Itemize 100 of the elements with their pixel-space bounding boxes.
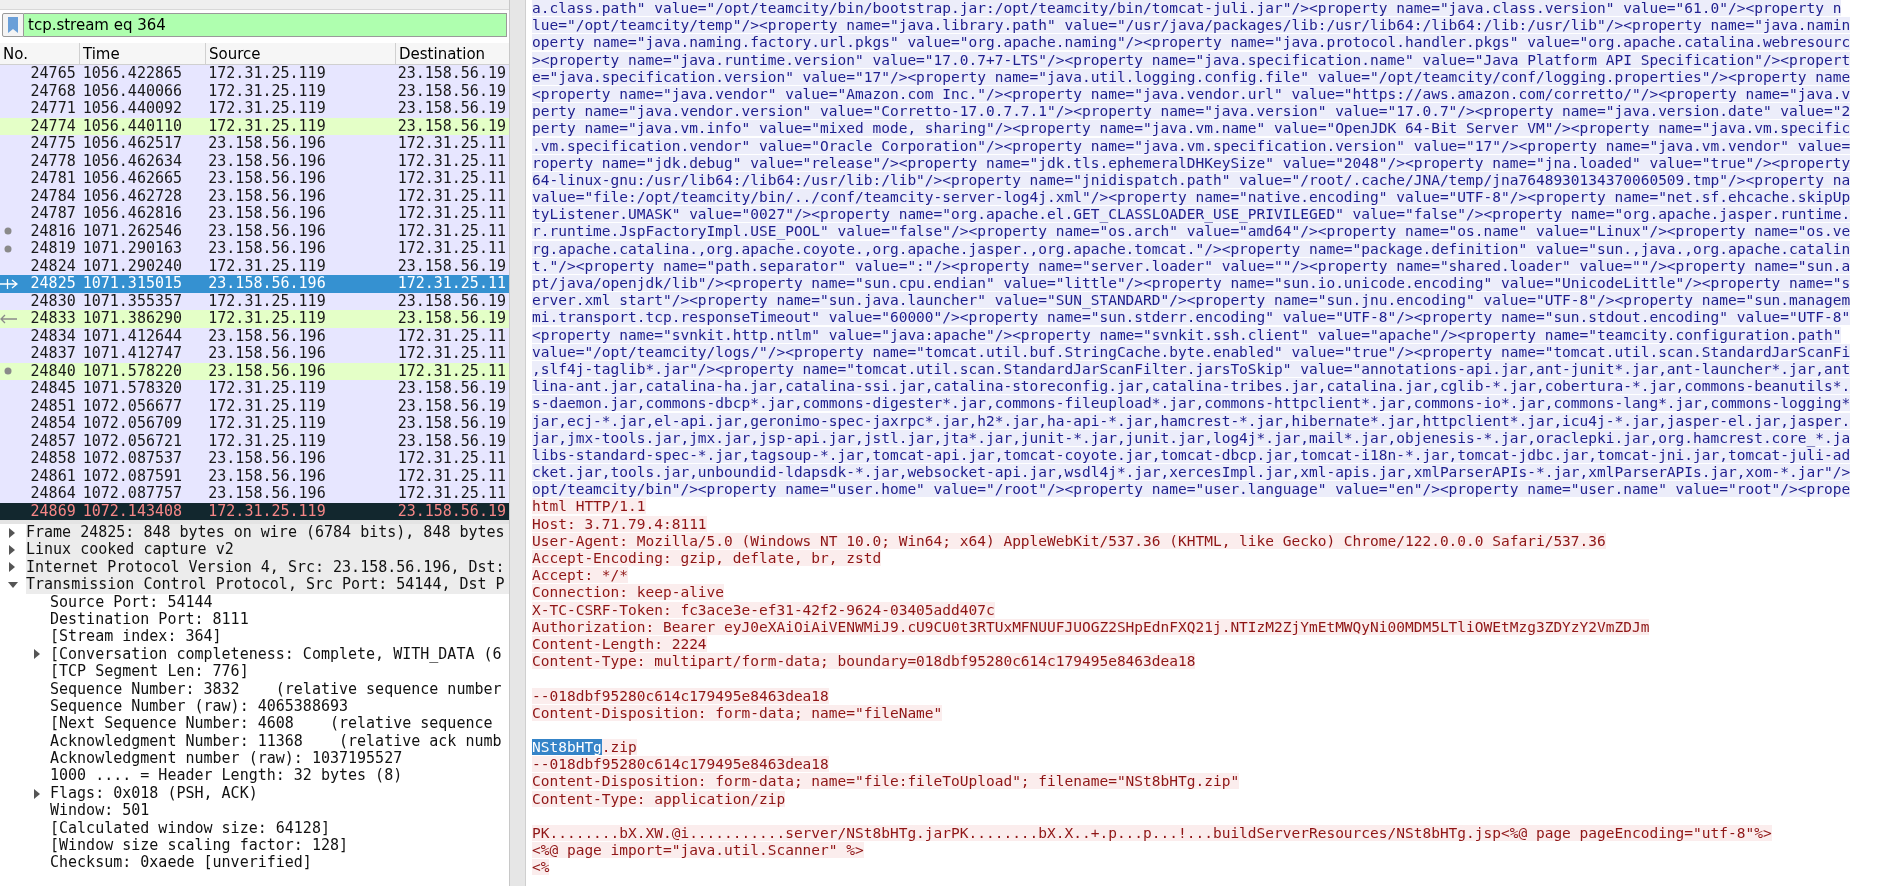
packet-time: 1072.087757 xyxy=(82,484,183,502)
destination-address: 172.31.25.11 xyxy=(397,239,506,257)
packet-time: 1056.440066 xyxy=(82,81,183,100)
destination-address: 172.31.25.11 xyxy=(397,484,506,502)
detail-item[interactable]: 1000 .... = Header Length: 32 bytes (8) xyxy=(50,767,403,785)
source-address: 23.158.56.196 xyxy=(208,449,326,467)
source-address: 23.158.56.196 xyxy=(208,204,326,222)
packet-row[interactable]: 24845 1071.578320 172.31.25.119 23.158.56.19 xyxy=(0,380,509,398)
packet-time: 1072.056709 xyxy=(82,414,183,432)
packet-time: 1071.412644 xyxy=(82,326,183,345)
detail-item[interactable]: Linux cooked capture v2 xyxy=(26,541,509,559)
packet-time: 1072.087591 xyxy=(82,466,183,485)
detail-item[interactable]: [Conversation completeness: Complete, WITH_DATA (6 xyxy=(50,645,502,664)
destination-address: 172.31.25.11 xyxy=(397,169,506,187)
expand-arrow-icon[interactable] xyxy=(33,788,41,799)
packet-number: 24778 xyxy=(30,152,77,170)
destination-address: 172.31.25.11 xyxy=(397,204,506,222)
packet-time: 1056.462517 xyxy=(82,134,183,152)
packet-time: 1071.578320 xyxy=(82,379,183,397)
detail-item[interactable]: Source Port: 54144 xyxy=(50,593,213,611)
packet-time: 1056.422865 xyxy=(82,64,183,82)
packet-row[interactable]: 24864 1072.087757 23.158.56.196 172.31.25.11 xyxy=(0,485,509,503)
detail-item[interactable]: [Next Sequence Number: 4608 (relative sequence xyxy=(50,715,493,733)
bookmark-button[interactable] xyxy=(2,13,24,37)
source-address: 172.31.25.119 xyxy=(208,414,326,432)
detail-item[interactable]: [Stream index: 364] xyxy=(50,628,222,646)
packet-row[interactable]: 24833 1071.386290 172.31.25.119 23.158.56.19 xyxy=(0,310,509,328)
source-address: 23.158.56.196 xyxy=(208,361,326,380)
packet-time: 1072.056677 xyxy=(82,396,183,415)
destination-address: 172.31.25.11 xyxy=(397,361,506,380)
packet-time: 1056.462816 xyxy=(82,204,183,222)
packet-number: 24857 xyxy=(30,432,77,450)
packet-row[interactable]: 24781 1056.462665 23.158.56.196 172.31.25.11 xyxy=(0,170,509,188)
detail-item[interactable]: [Window size scaling factor: 128] xyxy=(50,837,348,855)
packet-time: 1056.462634 xyxy=(82,151,183,170)
packet-number: 24858 xyxy=(30,450,77,468)
column-header[interactable]: No. xyxy=(0,43,80,64)
destination-address: 172.31.25.11 xyxy=(397,134,506,152)
destination-address: 172.31.25.11 xyxy=(397,274,506,292)
filter-field[interactable]: tcp.stream eq 364 xyxy=(24,13,507,37)
detail-item[interactable]: [TCP Segment Len: 776] xyxy=(50,663,249,681)
packet-row[interactable]: 24837 1071.412747 23.158.56.196 172.31.25.11 xyxy=(0,345,509,363)
source-address: 23.158.56.196 xyxy=(208,169,326,187)
destination-address: 23.158.56.19 xyxy=(397,256,506,275)
destination-address: 23.158.56.19 xyxy=(397,396,506,415)
collapse-arrow-icon[interactable] xyxy=(8,580,18,589)
packet-time: 1071.290240 xyxy=(82,256,183,275)
packet-number: 24768 xyxy=(30,82,77,100)
expand-arrow-icon[interactable] xyxy=(8,545,16,556)
stream-text: .zip xyxy=(601,739,637,756)
detail-item[interactable]: Acknowledgment Number: 11368 (relative ack numb xyxy=(50,732,502,751)
detail-item[interactable]: Frame 24825: 848 bytes on wire (6784 bits), 848 bytes xyxy=(26,524,509,542)
packet-row[interactable]: 24819 1071.290163 23.158.56.196 172.31.25.11 xyxy=(0,240,509,258)
source-address: 172.31.25.119 xyxy=(208,64,326,82)
packet-row[interactable]: 24854 1072.056709 172.31.25.119 23.158.56.19 xyxy=(0,415,509,433)
detail-item[interactable]: Acknowledgment number (raw): 1037195527 xyxy=(50,750,403,768)
packet-time: 1071.386290 xyxy=(82,309,183,327)
packet-time: 1056.440110 xyxy=(82,116,183,135)
source-address: 23.158.56.196 xyxy=(208,344,326,362)
destination-address: 23.158.56.19 xyxy=(397,64,506,82)
detail-item[interactable]: Sequence Number (raw): 4065388693 xyxy=(50,697,348,716)
destination-address: 172.31.25.11 xyxy=(397,186,506,205)
packet-number: 24765 xyxy=(30,65,77,83)
detail-item[interactable]: Window: 501 xyxy=(50,802,150,820)
packet-time: 1071.315015 xyxy=(82,274,183,292)
column-header[interactable]: Time xyxy=(80,43,206,64)
destination-address: 172.31.25.11 xyxy=(397,449,506,467)
detail-item[interactable]: Transmission Control Protocol, Src Port: 54144, Dst P xyxy=(26,576,509,594)
packet-row[interactable]: 24787 1056.462816 23.158.56.196 172.31.25.11 xyxy=(0,205,509,223)
column-header[interactable]: Source xyxy=(206,43,396,64)
source-address: 23.158.56.196 xyxy=(208,134,326,152)
source-address: 23.158.56.196 xyxy=(208,326,326,345)
expand-arrow-icon[interactable] xyxy=(33,649,41,660)
detail-item[interactable]: Checksum: 0xaede [unverified] xyxy=(50,854,312,872)
detail-item[interactable]: Destination Port: 8111 xyxy=(50,610,249,629)
scrollbar[interactable] xyxy=(510,0,526,886)
bookmark-icon xyxy=(8,17,18,33)
column-header[interactable]: Destination xyxy=(396,43,509,64)
detail-item[interactable]: [Calculated window size: 64128] xyxy=(50,819,330,838)
packet-row[interactable]: 24858 1072.087537 23.158.56.196 172.31.25.11 xyxy=(0,450,509,468)
source-address: 172.31.25.119 xyxy=(208,81,326,100)
detail-item[interactable]: Flags: 0x018 (PSH, ACK) xyxy=(50,784,258,803)
destination-address: 23.158.56.19 xyxy=(397,99,506,117)
packet-time: 1072.087537 xyxy=(82,449,183,467)
source-address: 172.31.25.119 xyxy=(208,256,326,275)
expand-arrow-icon[interactable] xyxy=(8,562,16,573)
packet-number: 24837 xyxy=(30,345,77,363)
packet-time: 1071.290163 xyxy=(82,239,183,257)
packet-row[interactable]: 24771 1056.440092 172.31.25.119 23.158.56.19 xyxy=(0,100,509,118)
selected-text: NSt8bHTg xyxy=(532,739,602,756)
packet-time: 1071.262546 xyxy=(82,221,183,240)
destination-address: 23.158.56.19 xyxy=(397,81,506,100)
detail-item[interactable]: Sequence Number: 3832 (relative sequence number xyxy=(50,680,502,698)
destination-address: 23.158.56.19 xyxy=(397,501,506,520)
packet-row[interactable]: 24775 1056.462517 23.158.56.196 172.31.25.11 xyxy=(0,135,509,153)
packet-row[interactable]: 24765 1056.422865 172.31.25.119 23.158.56.19 xyxy=(0,65,509,83)
source-address: 23.158.56.196 xyxy=(208,221,326,240)
source-address: 172.31.25.119 xyxy=(208,501,326,520)
expand-arrow-icon[interactable] xyxy=(8,527,16,538)
packet-time: 1071.355357 xyxy=(82,291,183,310)
